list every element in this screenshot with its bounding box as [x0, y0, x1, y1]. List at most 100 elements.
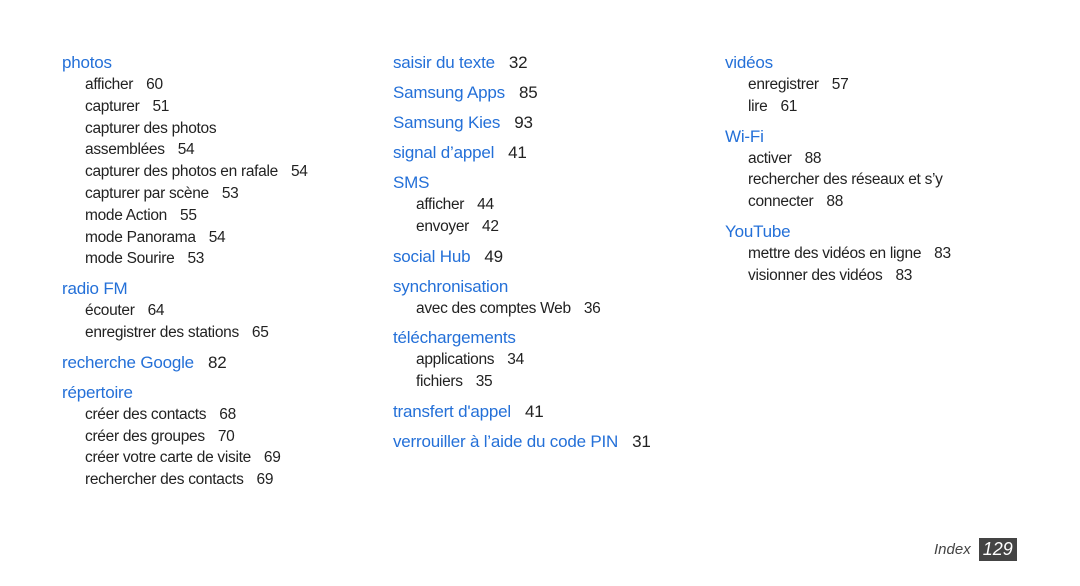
- subentry-text: applications: [416, 351, 495, 369]
- index-subentry: mode Action 55: [62, 205, 362, 227]
- index-column-3: vidéos enregistrer 57 lire 61 Wi-Fi activer 88 r…: [725, 52, 1025, 287]
- entry-spacer: [393, 164, 703, 172]
- index-entry: verrouiller à l’aide du code PIN 31: [393, 431, 703, 453]
- heading-page-ref: 32: [508, 53, 528, 72]
- footer-section-label: Index: [934, 541, 971, 558]
- subentry-text: avec des comptes Web: [416, 299, 571, 317]
- index-subentry: mode Panorama 54: [62, 227, 362, 249]
- index-subentry: lire 61: [725, 96, 1025, 118]
- subentry-text: capturer: [85, 97, 140, 115]
- index-heading: radio FM: [62, 278, 362, 300]
- heading-page-ref: 82: [207, 352, 227, 372]
- index-entry: synchronisation avec des comptes Web 36: [393, 276, 703, 320]
- heading-text: recherche Google: [62, 352, 194, 372]
- heading-text: Wi-Fi: [725, 126, 764, 146]
- index-entry: SMS afficher 44 envoyer 42: [393, 172, 703, 238]
- index-subentry: assemblées 54: [62, 139, 362, 161]
- index-entry: radio FM écouter 64 enregistrer des station…: [62, 278, 362, 344]
- index-subentry: afficher 44: [393, 194, 703, 216]
- subentry-text: mode Action: [85, 206, 168, 224]
- index-subentry: afficher 60: [62, 74, 362, 96]
- heading-text: vidéos: [725, 53, 773, 72]
- entry-spacer: [393, 268, 703, 276]
- heading-page-ref: 85: [518, 83, 538, 102]
- subentry-page-ref: 55: [180, 206, 197, 224]
- index-entry: YouTube mettre des vidéos en ligne 83 visio…: [725, 221, 1025, 287]
- index-heading: Wi-Fi: [725, 126, 1025, 148]
- subentry-text: fichiers: [416, 373, 463, 391]
- heading-text: radio FM: [62, 279, 128, 299]
- index-heading: verrouiller à l’aide du code PIN 31: [393, 431, 703, 453]
- subentry-page-ref: 54: [208, 228, 226, 246]
- subentry-text: écouter: [85, 302, 135, 320]
- subentry-text: envoyer: [416, 217, 470, 235]
- subentry-page-ref: 69: [256, 471, 274, 489]
- subentry-text: capturer des photos: [85, 119, 217, 137]
- index-entry: répertoire créer des contacts 68 créer des …: [62, 382, 362, 491]
- index-subentry: capturer des photos: [62, 118, 362, 140]
- subentry-text: connecter: [748, 193, 814, 211]
- subentry-page-ref: 83: [895, 266, 913, 284]
- entry-spacer: [393, 319, 703, 327]
- heading-page-ref: 93: [514, 113, 533, 132]
- index-subentry: connecter 88: [725, 191, 1025, 213]
- subentry-text: capturer des photos en rafale: [85, 163, 278, 181]
- index-heading: signal d’appel 41: [393, 142, 703, 164]
- subentry-page-ref: 34: [507, 351, 524, 369]
- subentry-page-ref: 70: [217, 427, 235, 445]
- subentry-page-ref: 53: [187, 250, 205, 268]
- entry-spacer: [62, 374, 362, 382]
- index-heading: synchronisation: [393, 276, 703, 298]
- index-subentry: capturer des photos en rafale 54: [62, 161, 362, 183]
- subentry-page-ref: 64: [147, 302, 165, 320]
- index-entry: signal d’appel 41: [393, 142, 703, 164]
- entry-spacer: [393, 238, 703, 246]
- index-heading: transfert d'appel 41: [393, 401, 703, 423]
- index-subentry: avec des comptes Web 36: [393, 298, 703, 320]
- index-subentry: rechercher des contacts 69: [62, 469, 362, 491]
- index-entry: téléchargements applications 34 fichiers 35: [393, 327, 703, 393]
- subentry-text: capturer par scène: [85, 184, 209, 202]
- index-entry: photos afficher 60 capturer 51 capturer des p…: [62, 52, 362, 270]
- heading-page-ref: 49: [484, 246, 503, 266]
- page-footer: Index 129: [934, 538, 1017, 561]
- index-entry: recherche Google 82: [62, 352, 362, 374]
- subentry-page-ref: 88: [804, 149, 822, 167]
- index-subentry: capturer par scène 53: [62, 183, 362, 205]
- entry-spacer: [725, 213, 1025, 221]
- index-subentry: enregistrer 57: [725, 74, 1025, 96]
- heading-text: social Hub: [393, 246, 471, 266]
- heading-text: YouTube: [725, 221, 791, 241]
- index-entry: vidéos enregistrer 57 lire 61: [725, 52, 1025, 118]
- index-entry: Samsung Kies 93: [393, 112, 703, 134]
- heading-text: verrouiller à l’aide du code PIN: [393, 431, 619, 451]
- index-heading: saisir du texte 32: [393, 52, 703, 74]
- index-heading: Samsung Kies 93: [393, 112, 703, 134]
- index-entry: Wi-Fi activer 88 rechercher des réseaux et …: [725, 126, 1025, 213]
- index-heading: recherche Google 82: [62, 352, 362, 374]
- subentry-text: assemblées: [85, 141, 165, 159]
- subentry-page-ref: 69: [263, 449, 281, 467]
- heading-text: SMS: [393, 173, 430, 192]
- subentry-text: enregistrer: [748, 76, 819, 93]
- subentry-text: mode Panorama: [85, 228, 196, 246]
- subentry-page-ref: 54: [290, 163, 308, 181]
- index-subentry: activer 88: [725, 148, 1025, 170]
- subentry-page-ref: 83: [934, 244, 951, 262]
- entry-spacer: [725, 118, 1025, 126]
- heading-page-ref: 41: [524, 401, 544, 421]
- heading-text: saisir du texte: [393, 53, 495, 72]
- subentry-page-ref: 35: [475, 373, 493, 391]
- page-number: 129: [978, 538, 1017, 561]
- subentry-text: créer des contacts: [85, 405, 207, 423]
- subentry-text: mettre des vidéos en ligne: [748, 244, 922, 262]
- index-entry: social Hub 49: [393, 246, 703, 268]
- entry-spacer: [393, 74, 703, 82]
- index-subentry: mode Sourire 53: [62, 248, 362, 270]
- subentry-page-ref: 68: [219, 405, 236, 423]
- subentry-text: visionner des vidéos: [748, 266, 883, 284]
- index-subentry: capturer 51: [62, 96, 362, 118]
- heading-text: Samsung Apps: [393, 83, 505, 102]
- subentry-page-ref: 65: [251, 323, 269, 341]
- index-column-2: saisir du texte 32 Samsung Apps 85 Samsung K…: [393, 52, 703, 453]
